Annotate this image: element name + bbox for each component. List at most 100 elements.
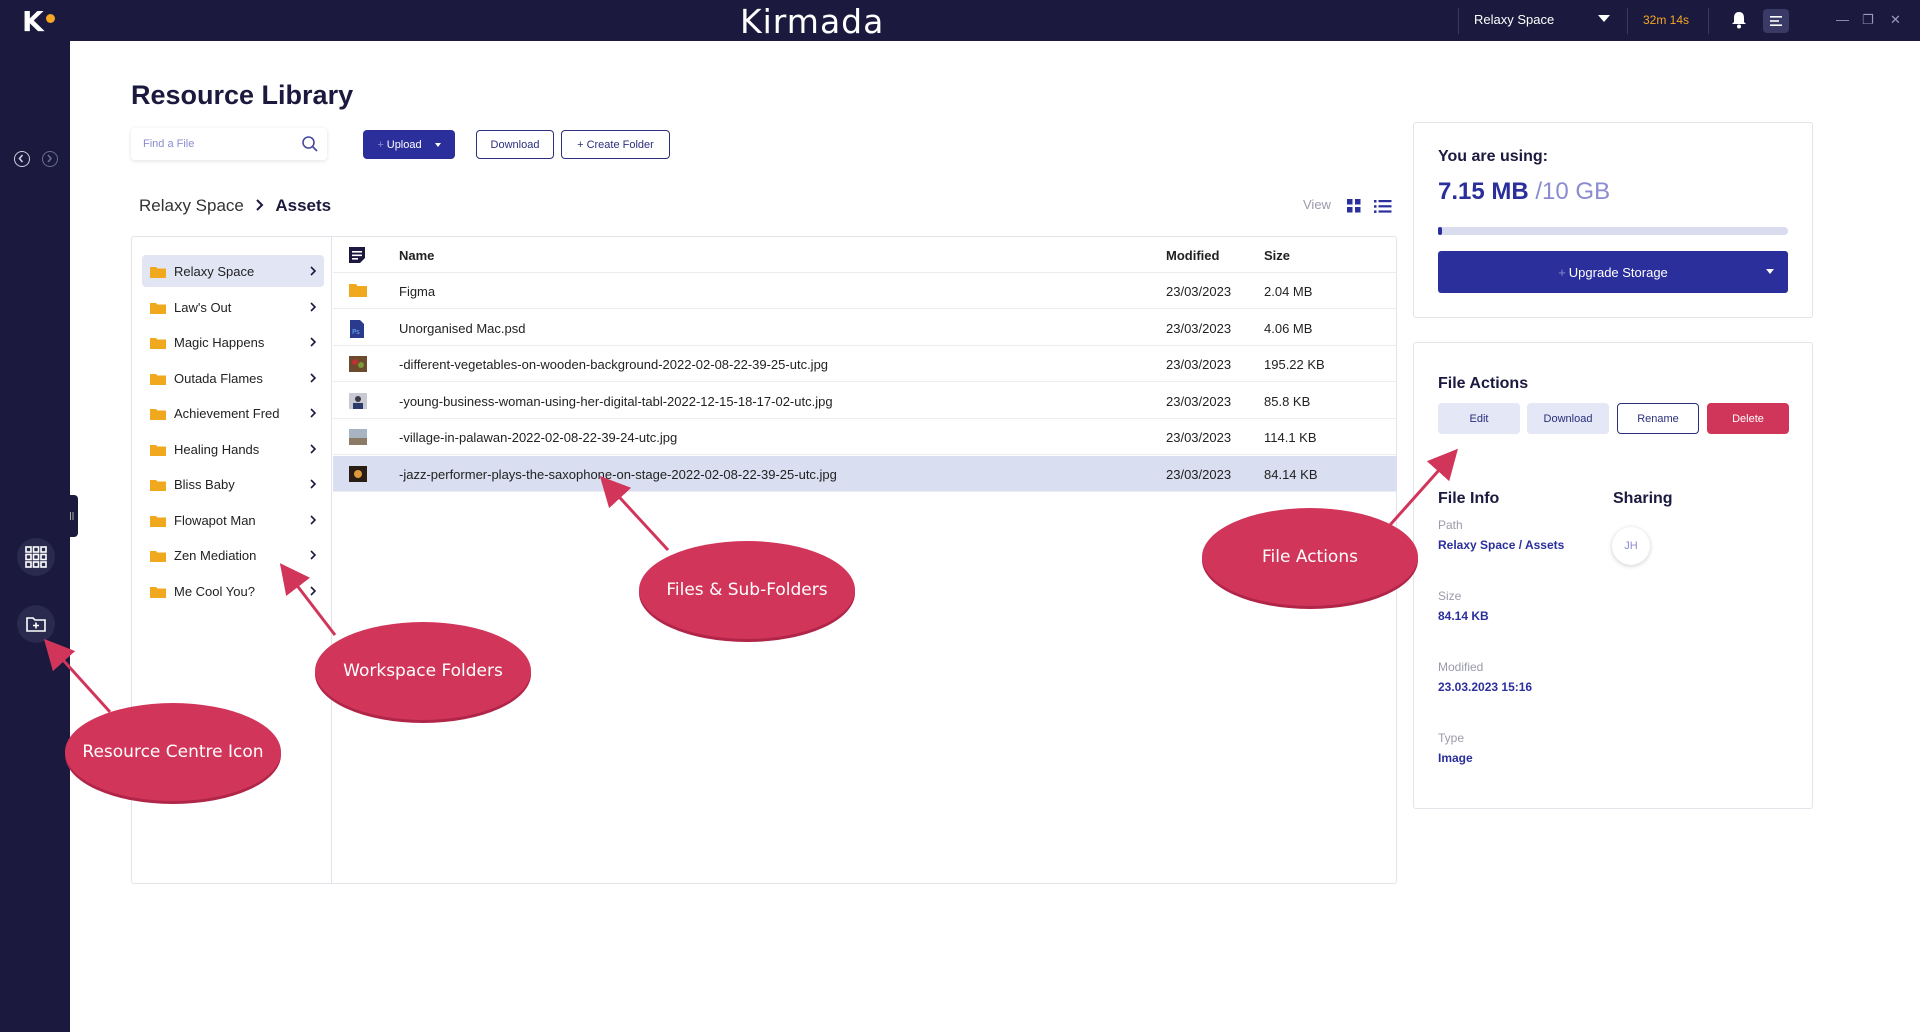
download-file-button[interactable]: Download bbox=[1527, 403, 1609, 434]
grid-view-icon[interactable] bbox=[1347, 199, 1361, 213]
left-sidebar bbox=[0, 41, 70, 1032]
folder-item[interactable]: Flowapot Man bbox=[142, 504, 324, 536]
folder-item[interactable]: Achievement Fred bbox=[142, 397, 324, 429]
folder-icon bbox=[150, 516, 166, 527]
breadcrumb-root[interactable]: Relaxy Space bbox=[139, 196, 244, 215]
chevron-right-icon[interactable] bbox=[308, 335, 318, 349]
breadcrumb: Relaxy Space Assets bbox=[139, 196, 331, 216]
rename-button[interactable]: Rename bbox=[1617, 403, 1699, 434]
resource-centre-button[interactable] bbox=[17, 605, 55, 643]
avatar[interactable]: JH bbox=[1612, 527, 1650, 565]
chevron-right-icon bbox=[255, 199, 264, 211]
folder-name: Me Cool You? bbox=[174, 584, 255, 599]
delete-button[interactable]: Delete bbox=[1707, 403, 1789, 434]
restore-icon[interactable]: ❐ bbox=[1862, 12, 1874, 28]
folder-item[interactable]: Outada Flames bbox=[142, 362, 324, 394]
file-info-title: File Info bbox=[1438, 490, 1500, 507]
create-folder-button[interactable]: + Create Folder bbox=[561, 130, 670, 159]
folder-icon bbox=[150, 480, 166, 491]
back-icon[interactable] bbox=[14, 151, 30, 167]
folder-icon bbox=[150, 338, 166, 349]
file-size: 114.1 KB bbox=[1264, 430, 1317, 445]
drag-handle-icon bbox=[70, 512, 74, 520]
usage-value: 7.15 MB /10 GB bbox=[1438, 178, 1610, 206]
chevron-down-icon[interactable] bbox=[1598, 15, 1610, 22]
usage-title: You are using: bbox=[1438, 148, 1548, 165]
file-modified: 23/03/2023 bbox=[1166, 467, 1232, 482]
logo-dot bbox=[46, 14, 55, 23]
table-row[interactable]: -different-vegetables-on-wooden-backgrou… bbox=[333, 346, 1397, 382]
chevron-right-icon bbox=[47, 154, 53, 163]
chevron-right-icon[interactable] bbox=[308, 442, 318, 456]
sidebar-handle[interactable] bbox=[66, 495, 78, 537]
chevron-right-icon[interactable] bbox=[308, 300, 318, 314]
edit-button[interactable]: Edit bbox=[1438, 403, 1520, 434]
plus-icon: + bbox=[577, 138, 584, 151]
table-row[interactable]: Figma 23/03/2023 2.04 MB bbox=[333, 273, 1397, 309]
modified-value: 23.03.2023 15:16 bbox=[1438, 680, 1533, 694]
image-thumbnail bbox=[349, 356, 367, 372]
chevron-right-icon[interactable] bbox=[308, 584, 318, 598]
brand-title: Kirmada bbox=[740, 2, 885, 41]
folder-item[interactable]: Me Cool You? bbox=[142, 575, 324, 607]
search-icon[interactable] bbox=[301, 135, 319, 153]
create-folder-label: Create Folder bbox=[586, 138, 654, 151]
svg-text:Ps: Ps bbox=[352, 328, 360, 336]
view-label: View bbox=[1303, 197, 1331, 212]
minimize-icon[interactable]: — bbox=[1836, 12, 1849, 27]
search-box bbox=[131, 128, 327, 160]
menu-button[interactable] bbox=[1763, 9, 1789, 33]
workspace-select[interactable]: Relaxy Space bbox=[1474, 12, 1554, 27]
forward-icon[interactable] bbox=[42, 151, 58, 167]
column-header-name[interactable]: Name bbox=[399, 248, 434, 263]
caret-down-icon[interactable] bbox=[1766, 269, 1774, 274]
image-thumbnail bbox=[349, 393, 367, 409]
bell-icon[interactable] bbox=[1730, 11, 1748, 29]
chevron-right-icon[interactable] bbox=[308, 548, 318, 562]
page-title: Resource Library bbox=[131, 80, 354, 110]
table-row-selected[interactable]: -jazz-performer-plays-the-saxophone-on-s… bbox=[333, 456, 1397, 492]
upgrade-storage-button[interactable]: + Upgrade Storage bbox=[1438, 251, 1788, 293]
file-size: 84.14 KB bbox=[1264, 467, 1318, 482]
session-timer: 32m 14s bbox=[1643, 13, 1690, 27]
image-thumbnail bbox=[349, 466, 367, 482]
path-value[interactable]: Relaxy Space / Assets bbox=[1438, 538, 1564, 552]
chevron-right-icon[interactable] bbox=[308, 371, 318, 385]
upload-button[interactable]: + Upload bbox=[363, 130, 455, 159]
folder-icon bbox=[150, 409, 166, 420]
file-name: Unorganised Mac.psd bbox=[399, 321, 526, 336]
folder-item[interactable]: Law's Out bbox=[142, 291, 324, 323]
image-thumbnail bbox=[349, 429, 367, 445]
chevron-right-icon[interactable] bbox=[308, 477, 318, 491]
column-header-modified[interactable]: Modified bbox=[1166, 248, 1219, 263]
annotation-file-actions: File Actions bbox=[1202, 508, 1418, 606]
folder-item[interactable]: Relaxy Space bbox=[142, 255, 324, 287]
folder-item[interactable]: Magic Happens bbox=[142, 326, 324, 358]
folder-name: Law's Out bbox=[174, 300, 232, 315]
folder-name: Magic Happens bbox=[174, 335, 265, 350]
file-name: -village-in-palawan-2022-02-08-22-39-24-… bbox=[399, 430, 678, 445]
table-row[interactable]: Ps Unorganised Mac.psd 23/03/2023 4.06 M… bbox=[333, 310, 1397, 346]
chevron-right-icon[interactable] bbox=[308, 264, 318, 278]
download-button[interactable]: Download bbox=[476, 130, 554, 159]
folder-icon bbox=[150, 551, 166, 562]
folder-item[interactable]: Healing Hands bbox=[142, 433, 324, 465]
folder-icon bbox=[349, 284, 367, 297]
table-row[interactable]: -young-business-woman-using-her-digital-… bbox=[333, 383, 1397, 419]
chevron-right-icon[interactable] bbox=[308, 513, 318, 527]
folder-item[interactable]: Zen Mediation bbox=[142, 539, 324, 571]
topbar-divider bbox=[1627, 8, 1628, 34]
folder-item[interactable]: Bliss Baby bbox=[142, 468, 324, 500]
usage-used: 7.15 MB bbox=[1438, 178, 1529, 205]
search-input[interactable] bbox=[131, 128, 281, 160]
apps-grid-button[interactable] bbox=[17, 538, 55, 576]
close-icon[interactable]: ✕ bbox=[1890, 12, 1901, 28]
list-view-icon[interactable] bbox=[1374, 199, 1392, 214]
folder-name: Zen Mediation bbox=[174, 548, 257, 563]
topbar-divider bbox=[1708, 8, 1709, 34]
notes-icon bbox=[349, 247, 365, 263]
column-header-size[interactable]: Size bbox=[1264, 248, 1290, 263]
chevron-right-icon[interactable] bbox=[308, 406, 318, 420]
file-size: 85.8 KB bbox=[1264, 394, 1311, 409]
table-row[interactable]: -village-in-palawan-2022-02-08-22-39-24-… bbox=[333, 419, 1397, 455]
